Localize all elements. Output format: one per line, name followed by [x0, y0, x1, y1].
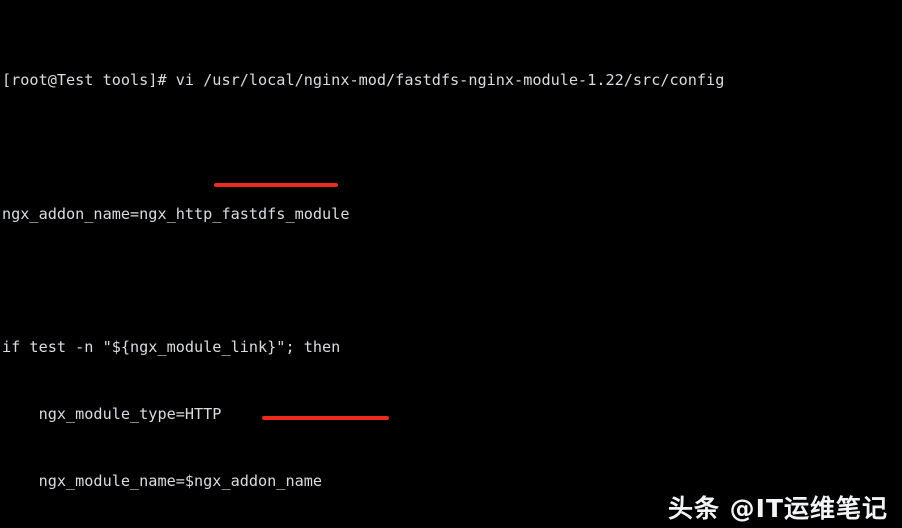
terminal-line-module-type: ngx_module_type=HTTP: [2, 405, 222, 424]
watermark: 头条 @IT运维笔记: [667, 493, 888, 523]
terminal-line-addon-name: ngx_addon_name=ngx_http_fastdfs_module: [2, 204, 350, 223]
terminal-line-if-test: if test -n "${ngx_module_link}"; then: [2, 338, 341, 357]
terminal-line-prompt: [root@Test tools]# vi /usr/local/nginx-m…: [2, 70, 725, 89]
terminal-screen[interactable]: [root@Test tools]# vi /usr/local/nginx-m…: [2, 2, 902, 528]
terminal-window[interactable]: [root@Test tools]# vi /usr/local/nginx-m…: [0, 0, 902, 528]
terminal-line-module-name: ngx_module_name=$ngx_addon_name: [2, 472, 323, 491]
